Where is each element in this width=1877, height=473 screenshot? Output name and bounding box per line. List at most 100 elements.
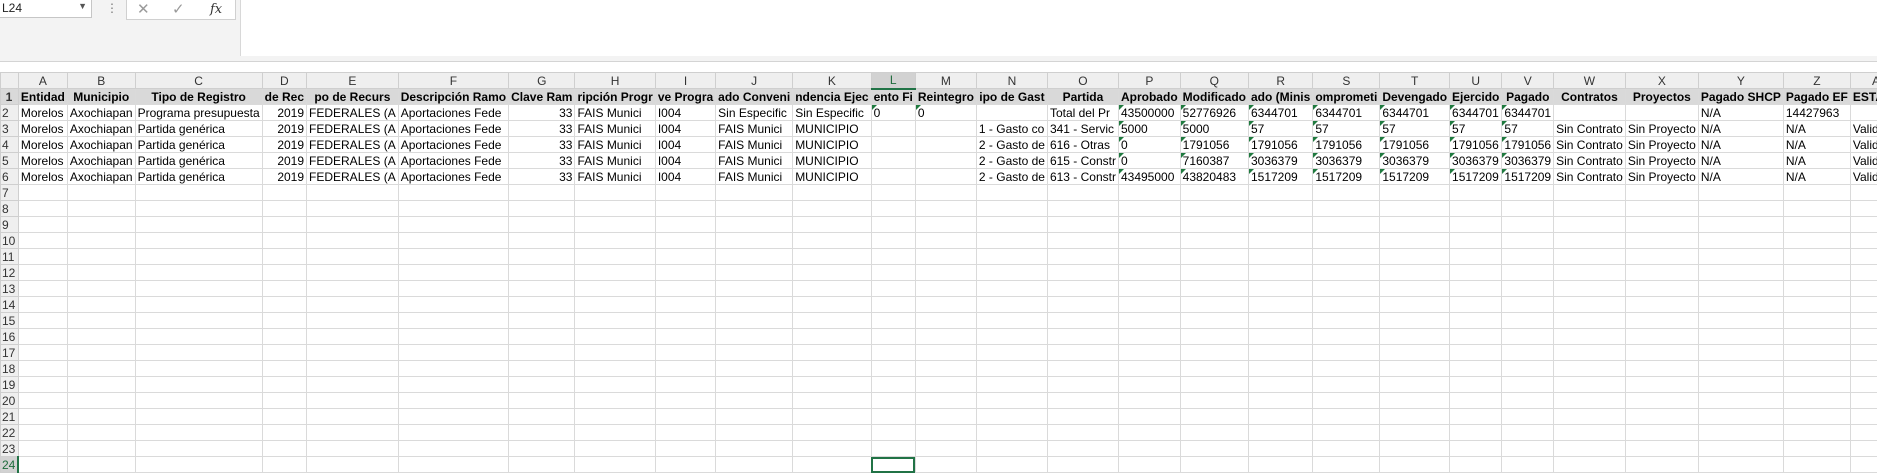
column-header-k[interactable]: K [793,73,871,89]
empty-cell[interactable] [976,441,1047,457]
empty-cell[interactable] [976,249,1047,265]
column-header-m[interactable]: M [915,73,976,89]
empty-cell[interactable] [307,249,399,265]
empty-cell[interactable] [1248,249,1312,265]
empty-cell[interactable] [1850,393,1877,409]
column-header-n[interactable]: N [976,73,1047,89]
empty-cell[interactable] [1047,457,1118,473]
data-cell[interactable]: N/A [1698,105,1783,121]
empty-cell[interactable] [575,393,655,409]
data-cell[interactable]: N/A [1783,137,1850,153]
data-cell[interactable]: FEDERALES (A [307,153,399,169]
column-header-g[interactable]: G [509,73,575,89]
empty-cell[interactable] [1783,265,1850,281]
data-cell[interactable]: Axochiapan [67,121,135,137]
empty-cell[interactable] [1047,233,1118,249]
empty-cell[interactable] [18,393,67,409]
data-cell[interactable]: Morelos [18,153,67,169]
data-cell[interactable]: N/A [1783,169,1850,185]
empty-cell[interactable] [915,233,976,249]
empty-cell[interactable] [575,249,655,265]
empty-cell[interactable] [1554,313,1626,329]
column-title-cell[interactable]: po de Recurs [307,89,399,105]
empty-cell[interactable] [67,281,135,297]
empty-cell[interactable] [655,377,715,393]
empty-cell[interactable] [655,249,715,265]
empty-cell[interactable] [1248,185,1312,201]
data-cell[interactable]: Axochiapan [67,137,135,153]
active-cell[interactable] [871,457,915,473]
row-header-23[interactable]: 23 [1,441,19,457]
empty-cell[interactable] [1783,377,1850,393]
empty-cell[interactable] [307,265,399,281]
empty-cell[interactable] [1625,457,1698,473]
data-cell[interactable] [976,105,1047,121]
empty-cell[interactable] [67,361,135,377]
data-cell[interactable]: Aportaciones Fede [398,121,508,137]
empty-cell[interactable] [135,425,262,441]
empty-cell[interactable] [793,249,871,265]
empty-cell[interactable] [1180,361,1248,377]
empty-cell[interactable] [1180,281,1248,297]
empty-cell[interactable] [915,345,976,361]
column-header-o[interactable]: O [1047,73,1118,89]
column-header-a[interactable]: A [18,73,67,89]
empty-cell[interactable] [509,313,575,329]
empty-cell[interactable] [575,361,655,377]
empty-cell[interactable] [18,185,67,201]
column-title-cell[interactable]: Pagado SHCP [1698,89,1783,105]
data-cell[interactable]: FAIS Munici [575,169,655,185]
empty-cell[interactable] [915,361,976,377]
data-cell[interactable]: 7160387 [1180,153,1248,169]
column-header-q[interactable]: Q [1180,73,1248,89]
empty-cell[interactable] [135,217,262,233]
data-cell[interactable]: 33 [509,137,575,153]
column-title-cell[interactable]: Devengado [1380,89,1450,105]
empty-cell[interactable] [655,185,715,201]
empty-cell[interactable] [1698,281,1783,297]
empty-cell[interactable] [1118,409,1180,425]
empty-cell[interactable] [67,377,135,393]
data-cell[interactable]: 52776926 [1180,105,1248,121]
empty-cell[interactable] [1248,361,1312,377]
empty-cell[interactable] [575,233,655,249]
empty-cell[interactable] [18,249,67,265]
empty-cell[interactable] [915,329,976,345]
column-header-y[interactable]: Y [1698,73,1783,89]
row-header-9[interactable]: 9 [1,217,19,233]
empty-cell[interactable] [716,457,793,473]
data-cell[interactable]: 0 [1118,153,1180,169]
empty-cell[interactable] [716,185,793,201]
column-title-cell[interactable]: Reintegro [915,89,976,105]
empty-cell[interactable] [1313,201,1380,217]
empty-cell[interactable] [1502,201,1554,217]
data-cell[interactable]: Morelos [18,105,67,121]
empty-cell[interactable] [135,297,262,313]
empty-cell[interactable] [262,425,306,441]
empty-cell[interactable] [135,201,262,217]
data-cell[interactable]: 43820483 [1180,169,1248,185]
empty-cell[interactable] [398,377,508,393]
data-cell[interactable]: Partida genérica [135,169,262,185]
empty-cell[interactable] [915,281,976,297]
empty-cell[interactable] [135,185,262,201]
row-header-8[interactable]: 8 [1,201,19,217]
empty-cell[interactable] [18,217,67,233]
empty-cell[interactable] [18,281,67,297]
empty-cell[interactable] [1625,233,1698,249]
data-cell[interactable]: 0 [915,105,976,121]
data-cell[interactable]: Axochiapan [67,169,135,185]
empty-cell[interactable] [398,393,508,409]
empty-cell[interactable] [1380,217,1450,233]
empty-cell[interactable] [1248,377,1312,393]
empty-cell[interactable] [1554,457,1626,473]
empty-cell[interactable] [793,233,871,249]
empty-cell[interactable] [575,297,655,313]
empty-cell[interactable] [398,409,508,425]
data-cell[interactable]: 613 - Constr [1047,169,1118,185]
empty-cell[interactable] [1180,457,1248,473]
empty-cell[interactable] [398,265,508,281]
empty-cell[interactable] [398,361,508,377]
empty-cell[interactable] [1450,409,1502,425]
empty-cell[interactable] [18,201,67,217]
